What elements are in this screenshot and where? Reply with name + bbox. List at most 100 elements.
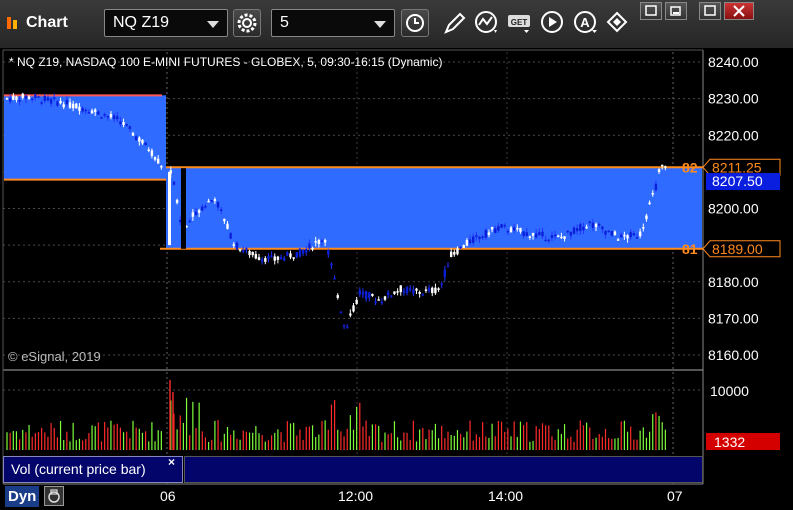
candle-body (557, 235, 560, 238)
interval-combobox[interactable]: 5 (271, 9, 395, 37)
alert-a-icon[interactable]: A (571, 8, 601, 38)
candle-body (427, 288, 431, 292)
candle-body (147, 149, 150, 151)
symbol-value: NQ Z19 (113, 14, 170, 31)
candle-body (100, 117, 103, 119)
candle-body (393, 291, 396, 294)
candle-body (440, 283, 443, 286)
candle-body (626, 235, 629, 239)
candle-body (264, 258, 267, 262)
candle-body (607, 230, 610, 233)
clock-icon (406, 14, 424, 32)
candle-body (591, 222, 595, 228)
candle-body (216, 201, 220, 208)
upper-level-left-label: 82 (682, 159, 698, 175)
candle-body (191, 212, 195, 217)
candle-body (226, 223, 229, 229)
time-button[interactable] (401, 9, 429, 37)
candle-body (506, 230, 510, 233)
candle-body (94, 109, 97, 112)
candle-body (352, 305, 355, 312)
settings-gear-icon (237, 13, 257, 33)
copyright-text: © eSignal, 2019 (8, 349, 101, 364)
candle-body (632, 233, 636, 236)
candle-body (141, 139, 144, 144)
price-tick-label: 8220.00 (708, 127, 759, 143)
candle-body (21, 93, 24, 98)
candle-body (377, 299, 380, 301)
symbol-combobox[interactable]: NQ Z19 (104, 9, 228, 37)
candle-body (336, 295, 339, 298)
link-diamond-icon[interactable] (603, 8, 633, 38)
candle-body (418, 292, 421, 294)
candle-body (157, 158, 160, 164)
maximize-button[interactable] (699, 2, 721, 20)
candle-body (232, 244, 235, 246)
candle-body (201, 206, 204, 211)
candle-body (276, 256, 280, 260)
candle-body (648, 202, 651, 205)
candle-body (512, 227, 516, 231)
close-study-icon[interactable]: × (168, 455, 175, 469)
candle-body (346, 326, 349, 329)
candle-body (238, 249, 242, 251)
window-title: Chart (26, 14, 68, 31)
pencil-draw-icon[interactable] (440, 8, 470, 38)
candle-body (103, 114, 106, 116)
get-data-icon[interactable]: GET (505, 8, 535, 38)
price-chart[interactable]: 8240.008230.008220.008210.008200.008190.… (0, 48, 793, 510)
candle-body (34, 94, 37, 99)
candle-body (588, 221, 591, 224)
candle-body (122, 122, 125, 125)
candle-body (405, 286, 409, 294)
candle-body (383, 296, 387, 300)
candle-body (242, 250, 245, 252)
minimize-button[interactable] (665, 2, 687, 20)
candle-body (610, 231, 613, 236)
candle-body (181, 168, 186, 249)
candle-body (320, 240, 324, 242)
lower-level-left-label: 81 (682, 241, 698, 257)
candle-body (421, 293, 424, 296)
candle-body (81, 107, 84, 112)
candle-body (431, 287, 434, 294)
time-label-06: 06 (160, 488, 176, 504)
candle-body (371, 293, 374, 296)
candle-body (197, 210, 201, 213)
dynamic-mode-button[interactable]: Dyn (5, 486, 40, 507)
candle-body (273, 256, 276, 261)
candle-body (298, 248, 302, 257)
candle-body (31, 98, 34, 100)
price-tick-label: 8180.00 (708, 274, 759, 290)
candle-body (213, 199, 217, 201)
candle-body (544, 239, 547, 242)
study-wave-icon[interactable] (472, 8, 502, 38)
lock-settings-icon[interactable] (44, 486, 64, 506)
candle-body (468, 239, 472, 244)
candle-body (349, 313, 352, 316)
candle-body (481, 236, 484, 238)
candle-body (412, 289, 415, 294)
candle-body (399, 285, 402, 293)
candle-body (327, 250, 330, 255)
candle-body (207, 200, 210, 203)
candle-body (24, 95, 28, 99)
candle-body (368, 292, 371, 299)
close-button[interactable] (724, 2, 754, 20)
candle-body (109, 114, 113, 118)
play-icon[interactable] (538, 8, 568, 38)
candle-body (245, 248, 248, 251)
candle-body (68, 102, 72, 108)
settings-gear-button[interactable] (233, 9, 261, 37)
candle-body (459, 246, 462, 249)
candle-body (550, 235, 554, 239)
candle-body (604, 230, 607, 235)
candle-body (598, 224, 601, 226)
candle-body (267, 256, 270, 260)
candle-body (503, 224, 506, 227)
candle-body (516, 227, 519, 230)
maximize-icon (704, 5, 716, 16)
candle-body (172, 181, 176, 185)
candle-body (40, 102, 43, 104)
restore-button[interactable] (640, 2, 662, 20)
